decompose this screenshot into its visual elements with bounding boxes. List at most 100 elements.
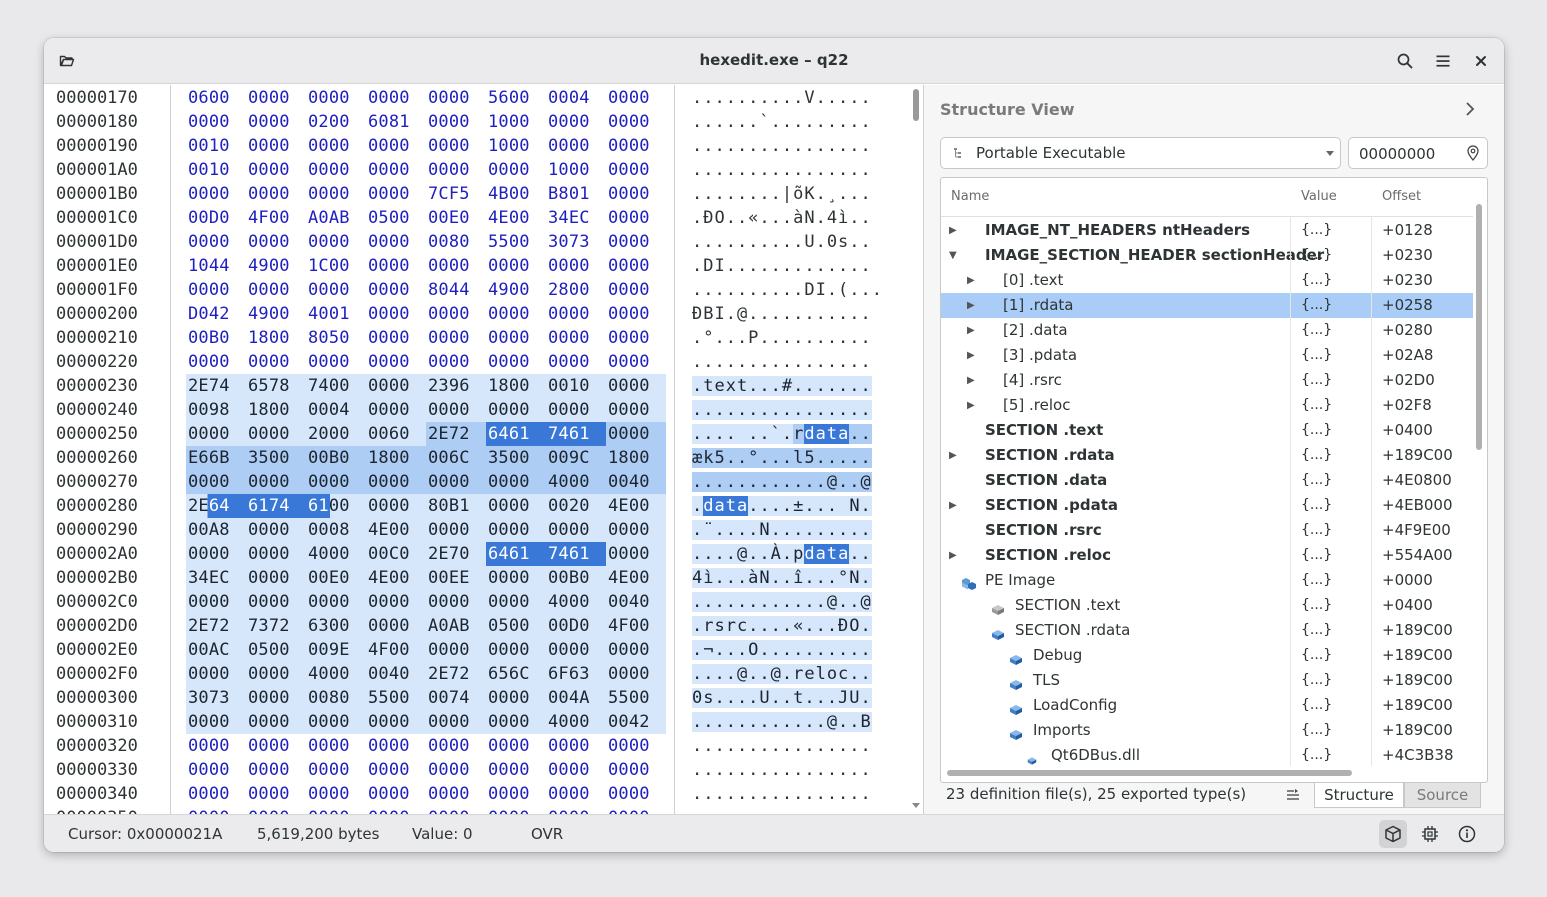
- hex-word[interactable]: 4E00: [606, 566, 666, 590]
- close-window-button[interactable]: [1469, 49, 1493, 73]
- hex-word[interactable]: 0500: [246, 638, 306, 662]
- hex-row[interactable]: 000001B0 0000 0000 0000 0000 7CF5 4B00 B801 0000…: [44, 182, 922, 206]
- hex-word[interactable]: 0000: [546, 734, 606, 758]
- hex-word[interactable]: 0000: [186, 758, 246, 782]
- hex-word[interactable]: 0000: [486, 398, 546, 422]
- ascii-text[interactable]: .text...#.......: [692, 374, 885, 398]
- hex-word[interactable]: 0000: [186, 278, 246, 302]
- hex-row[interactable]: 000002B0 34EC 0000 00E0 4E00 00EE 0000 00B0 4E00…: [44, 566, 922, 590]
- hex-word[interactable]: 0000: [606, 542, 666, 566]
- ascii-text[interactable]: .data....±... N.: [692, 494, 885, 518]
- hex-word[interactable]: 0000: [606, 110, 666, 134]
- hex-word[interactable]: 0060: [366, 422, 426, 446]
- expanded-arrow-icon[interactable]: ▼: [949, 243, 957, 268]
- hex-row[interactable]: 000002D0 2E72 7372 6300 0000 A0AB 0500 00D0 4F00…: [44, 614, 922, 638]
- hex-word[interactable]: 7461: [546, 542, 606, 566]
- hex-word[interactable]: 00D0: [546, 614, 606, 638]
- hex-word[interactable]: 0000: [606, 662, 666, 686]
- hex-word[interactable]: 3500: [486, 446, 546, 470]
- hex-word[interactable]: 0000: [186, 350, 246, 374]
- hex-word[interactable]: 4E00: [606, 494, 666, 518]
- hex-word[interactable]: 6300: [306, 614, 366, 638]
- column-header-name[interactable]: Name: [951, 178, 989, 216]
- location-pin-icon[interactable]: [1466, 145, 1480, 161]
- hex-word[interactable]: 4000: [546, 590, 606, 614]
- ascii-text[interactable]: ..........DI.(...: [692, 278, 885, 302]
- ascii-text[interactable]: ................: [692, 158, 885, 182]
- hex-word[interactable]: 0000: [486, 158, 546, 182]
- ascii-text[interactable]: .¨....N.........: [692, 518, 885, 542]
- tree-row[interactable]: ▶ IMAGE_NT_HEADERS ntHeaders {...} +0128: [941, 218, 1473, 243]
- hex-row[interactable]: 00000260 E66B 3500 00B0 1800 006C 3500 009C 1800…: [44, 446, 922, 470]
- offset-field[interactable]: [1348, 137, 1488, 169]
- ascii-text[interactable]: .¬...O..........: [692, 638, 885, 662]
- hex-word[interactable]: 0000: [366, 398, 426, 422]
- hex-word[interactable]: 0010: [186, 134, 246, 158]
- hex-word[interactable]: 34EC: [546, 206, 606, 230]
- hex-word[interactable]: 0000: [306, 710, 366, 734]
- hex-word[interactable]: 0000: [486, 710, 546, 734]
- hex-row[interactable]: 000002A0 0000 0000 4000 00C0 2E70 6461 7461 0000…: [44, 542, 922, 566]
- hex-word[interactable]: 0000: [246, 350, 306, 374]
- hex-word[interactable]: 0042: [606, 710, 666, 734]
- hex-word[interactable]: 0000: [426, 758, 486, 782]
- hex-word[interactable]: 1044: [186, 254, 246, 278]
- hex-word[interactable]: 0000: [306, 230, 366, 254]
- hex-word[interactable]: 0000: [426, 734, 486, 758]
- hex-word[interactable]: 0000: [486, 686, 546, 710]
- tree-row[interactable]: SECTION .rsrc {...} +4F9E00: [941, 518, 1473, 543]
- structure-tree[interactable]: Name Value Offset ▶ IMAGE_NT_HEADERS ntHe…: [940, 177, 1488, 783]
- hex-word[interactable]: 4E00: [366, 518, 426, 542]
- hex-word[interactable]: 0004: [546, 86, 606, 110]
- hex-word[interactable]: 0000: [606, 278, 666, 302]
- hex-word[interactable]: 4000: [306, 542, 366, 566]
- hex-word[interactable]: 0000: [186, 230, 246, 254]
- hex-word[interactable]: 0000: [606, 326, 666, 350]
- hex-word[interactable]: 0000: [486, 470, 546, 494]
- hex-word[interactable]: 7CF5: [426, 182, 486, 206]
- hex-word[interactable]: 004A: [546, 686, 606, 710]
- hex-word[interactable]: 0000: [546, 518, 606, 542]
- hex-word[interactable]: 6461: [486, 542, 546, 566]
- hex-word[interactable]: 0000: [426, 782, 486, 806]
- hex-row[interactable]: 00000200 D042 4900 4001 0000 0000 0000 0000 0000…: [44, 302, 922, 326]
- edit-mode[interactable]: OVR: [531, 825, 563, 843]
- hex-word[interactable]: 0000: [246, 422, 306, 446]
- hex-word[interactable]: 1800: [366, 446, 426, 470]
- ascii-text[interactable]: ................: [692, 782, 885, 806]
- hex-word[interactable]: 4001: [306, 302, 366, 326]
- hex-word[interactable]: 0098: [186, 398, 246, 422]
- hex-row[interactable]: 000001D0 0000 0000 0000 0000 0080 5500 3073 0000…: [44, 230, 922, 254]
- hex-row[interactable]: 000001C0 00D0 4F00 A0AB 0500 00E0 4E00 34EC 0000…: [44, 206, 922, 230]
- hex-word[interactable]: 2E64: [186, 494, 246, 518]
- collapsed-arrow-icon[interactable]: ▶: [967, 343, 975, 368]
- hex-word[interactable]: 0000: [186, 182, 246, 206]
- processor-button[interactable]: [1416, 820, 1444, 848]
- hex-word[interactable]: 0000: [606, 422, 666, 446]
- hex-row[interactable]: 0000035000000000000000000000000000000000…: [44, 806, 922, 814]
- hex-row[interactable]: 00000170 0600 0000 0000 0000 0000 5600 0004 0000…: [44, 86, 922, 110]
- hex-word[interactable]: 0000: [246, 734, 306, 758]
- hex-word[interactable]: 2E72: [186, 614, 246, 638]
- hex-word[interactable]: 0000: [486, 326, 546, 350]
- hex-word[interactable]: 0000: [426, 638, 486, 662]
- hex-word[interactable]: 1800: [246, 398, 306, 422]
- search-button[interactable]: [1393, 49, 1417, 73]
- hex-word[interactable]: 0000: [426, 86, 486, 110]
- tree-row[interactable]: Debug {...} +189C00: [941, 643, 1473, 668]
- hex-word[interactable]: 7400: [306, 374, 366, 398]
- hex-word[interactable]: 0000: [546, 758, 606, 782]
- hex-word[interactable]: 2396: [426, 374, 486, 398]
- tree-row[interactable]: PE Image {...} +0000: [941, 568, 1473, 593]
- hex-word[interactable]: 0000: [366, 710, 426, 734]
- hex-word[interactable]: 5600: [486, 86, 546, 110]
- hex-word[interactable]: 0010: [186, 158, 246, 182]
- hex-word[interactable]: 0000: [186, 590, 246, 614]
- hex-word[interactable]: 0000: [366, 782, 426, 806]
- ascii-text[interactable]: ....@..À.pdata..: [692, 542, 885, 566]
- hex-word[interactable]: 5500: [606, 686, 666, 710]
- tree-row[interactable]: ▶ [0] .text {...} +0230: [941, 268, 1473, 293]
- ascii-text[interactable]: ..........U.0s..: [692, 230, 885, 254]
- hex-word[interactable]: 0000: [606, 230, 666, 254]
- tree-row[interactable]: LoadConfig {...} +189C00: [941, 693, 1473, 718]
